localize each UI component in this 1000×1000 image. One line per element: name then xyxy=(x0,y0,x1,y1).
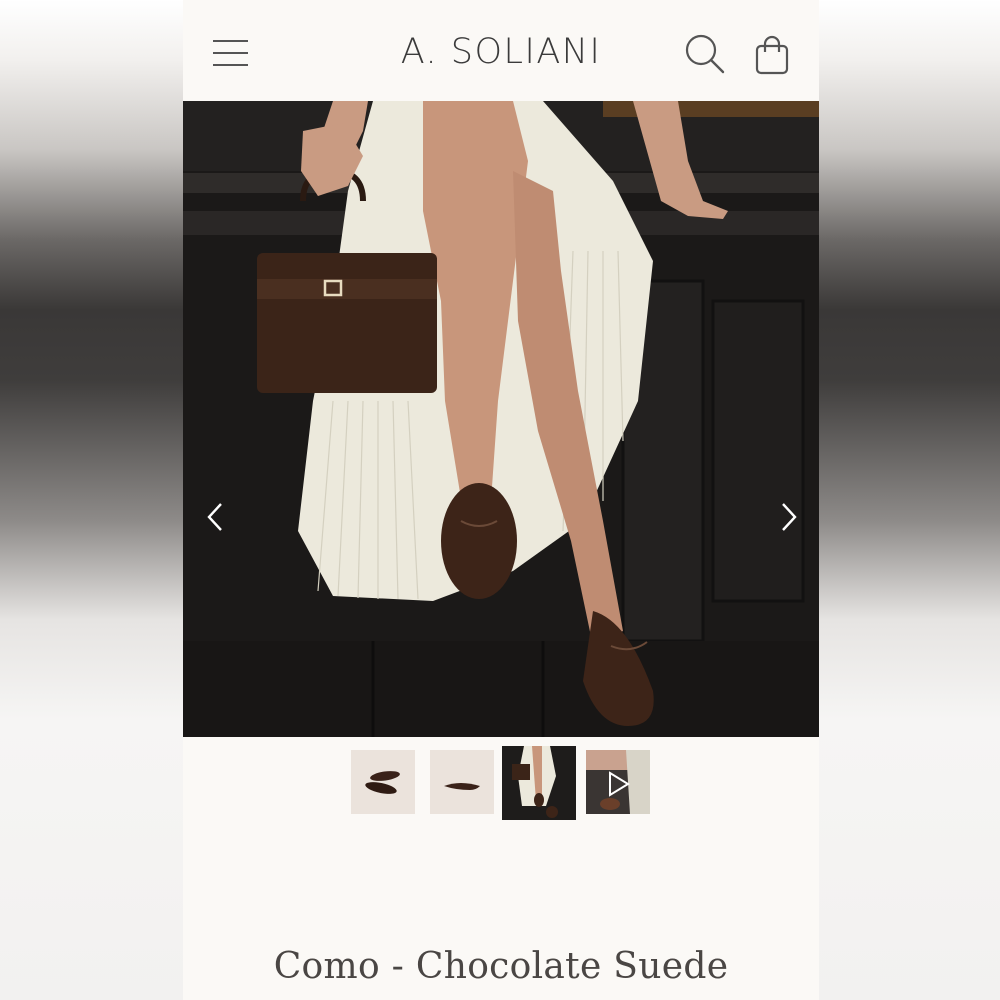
chevron-left-icon[interactable] xyxy=(201,501,231,533)
product-title: Como - Chocolate Suede xyxy=(273,946,729,987)
play-icon xyxy=(604,770,632,798)
site-header: A. SOLIANI xyxy=(183,0,819,100)
search-icon[interactable] xyxy=(683,32,727,76)
product-main-image xyxy=(183,101,819,737)
phone-screen: A. SOLIANI Como - Chocolate Suede xyxy=(183,0,819,1000)
thumbnail-pair-of-flats[interactable] xyxy=(351,750,415,814)
thumbnail-lifestyle[interactable] xyxy=(502,746,576,820)
chevron-right-icon[interactable] xyxy=(773,501,803,533)
shopping-bag-icon[interactable] xyxy=(751,32,795,76)
thumbnail-video[interactable] xyxy=(586,750,650,814)
thumbnail-strip xyxy=(183,746,819,826)
thumbnail-single-flat-side[interactable] xyxy=(430,750,494,814)
